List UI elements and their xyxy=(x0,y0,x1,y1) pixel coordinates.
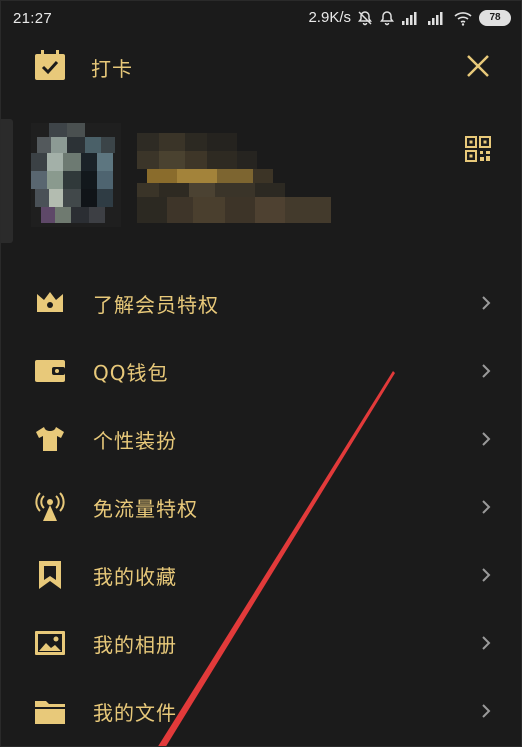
close-icon xyxy=(467,55,489,77)
crown-icon xyxy=(33,286,67,320)
cell-signal-icon xyxy=(401,11,421,25)
network-speed: 2.9K/s xyxy=(308,9,351,26)
menu-label-album: 我的相册 xyxy=(93,632,177,657)
menu-item-qq-wallet[interactable]: QQ钱包 xyxy=(1,337,521,405)
alarm-bell-icon xyxy=(379,10,395,26)
checkin-label: 打卡 xyxy=(91,56,133,81)
status-bar: 21:27 2.9K/s 78 xyxy=(1,1,521,37)
chevron-right-icon xyxy=(482,704,491,718)
bookmark-icon xyxy=(33,558,67,592)
profile-name-blurred[interactable] xyxy=(137,133,333,225)
menu-item-favorites[interactable]: 我的收藏 xyxy=(1,541,521,609)
menu-item-album[interactable]: 我的相册 xyxy=(1,609,521,677)
drawer-menu: 了解会员特权 QQ钱包 个性装扮 免流量特权 我的收藏 我的相册 我的文件 xyxy=(1,269,521,745)
tshirt-icon xyxy=(33,422,67,456)
menu-label-vip-privileges: 了解会员特权 xyxy=(93,292,219,317)
qr-code-icon xyxy=(465,136,491,162)
menu-item-free-data[interactable]: 免流量特权 xyxy=(1,473,521,541)
drawer-edge xyxy=(1,119,13,243)
qr-code-button[interactable] xyxy=(465,136,491,162)
signal-tower-icon xyxy=(33,490,67,524)
chevron-right-icon xyxy=(482,296,491,310)
drawer-screen: 21:27 2.9K/s 78 打卡 了解会员特权 QQ钱包 个性装扮 免流量特… xyxy=(0,0,522,747)
menu-label-qq-wallet: QQ钱包 xyxy=(93,360,169,385)
chevron-right-icon xyxy=(482,500,491,514)
status-icons: 2.9K/s 78 xyxy=(308,9,511,26)
close-button[interactable] xyxy=(463,51,493,81)
folder-icon xyxy=(33,694,67,728)
checkin-button[interactable]: 打卡 xyxy=(33,50,133,84)
chevron-right-icon xyxy=(482,364,491,378)
cell-signal-icon-2 xyxy=(427,11,447,25)
wifi-icon xyxy=(453,10,473,26)
chevron-right-icon xyxy=(482,568,491,582)
menu-label-files: 我的文件 xyxy=(93,700,177,725)
chevron-right-icon xyxy=(482,636,491,650)
chevron-right-icon xyxy=(482,432,491,446)
avatar[interactable] xyxy=(31,123,121,227)
battery-indicator: 78 xyxy=(479,9,511,26)
menu-item-personalization[interactable]: 个性装扮 xyxy=(1,405,521,473)
status-time: 21:27 xyxy=(13,10,53,27)
menu-label-free-data: 免流量特权 xyxy=(93,496,198,521)
menu-item-vip-privileges[interactable]: 了解会员特权 xyxy=(1,269,521,337)
menu-label-favorites: 我的收藏 xyxy=(93,564,177,589)
calendar-check-icon xyxy=(33,49,67,85)
menu-item-files[interactable]: 我的文件 xyxy=(1,677,521,745)
mute-icon xyxy=(357,10,373,26)
photo-icon xyxy=(33,626,67,660)
menu-label-personalization: 个性装扮 xyxy=(93,428,177,453)
wallet-icon xyxy=(33,354,67,388)
